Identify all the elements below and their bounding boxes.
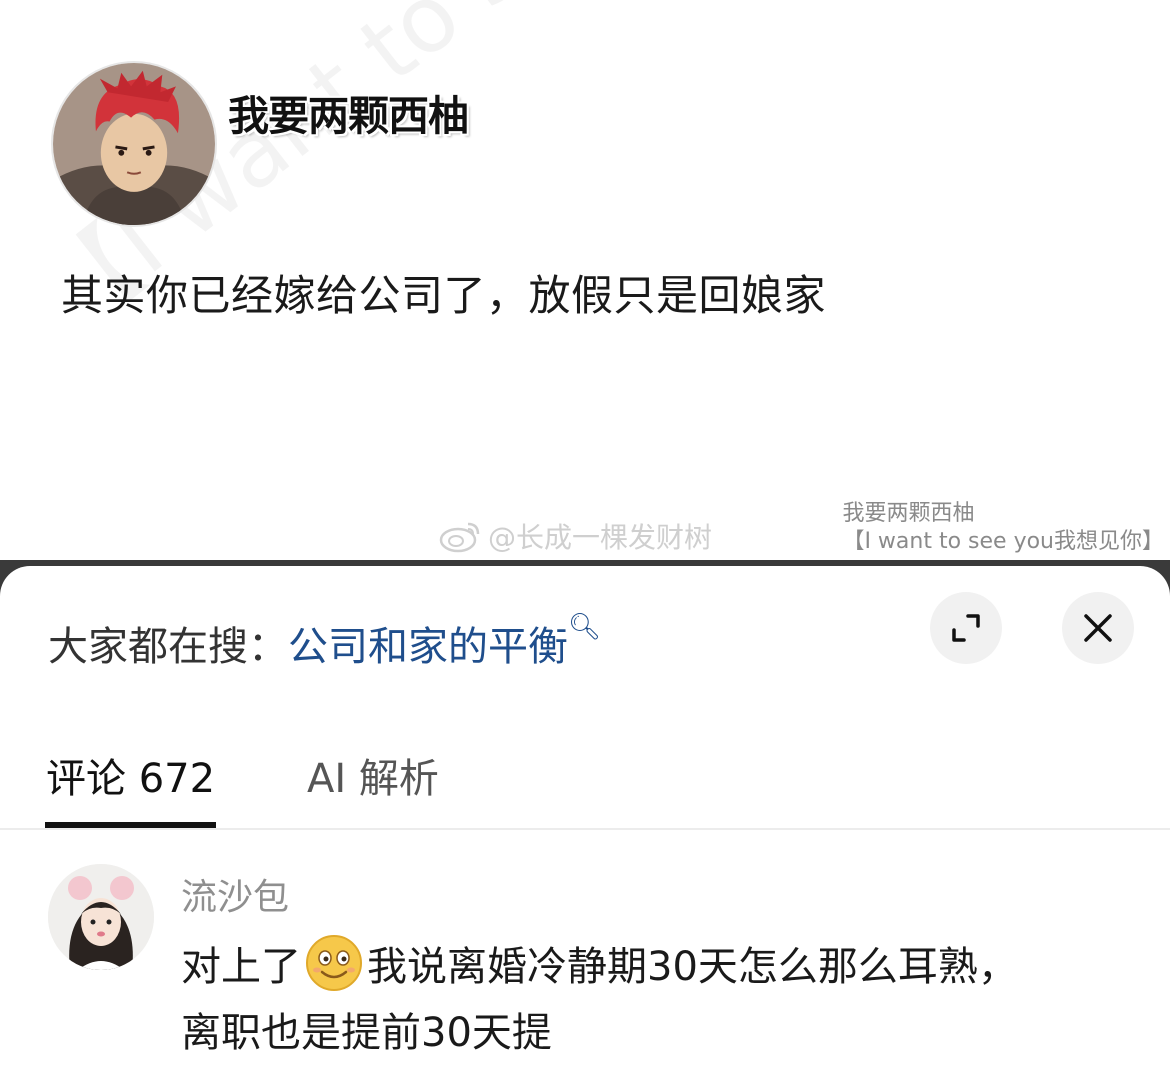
trending-search[interactable]: 大家都在搜：公司和家的平衡🔍︎: [48, 612, 602, 672]
expand-button[interactable]: [930, 592, 1002, 664]
expand-icon: [952, 614, 980, 642]
comment-text-line2: 离职也是提前30天提: [181, 1010, 552, 1056]
red-hair-character-avatar: [53, 63, 215, 225]
post-card: 【I want to see you我想见你 我要两颗西柚 其实你已经嫁给公司了…: [0, 0, 1170, 566]
tab-ai-analysis[interactable]: AI 解析: [307, 746, 439, 804]
post-author-name[interactable]: 我要两颗西柚: [228, 82, 469, 142]
girl-with-bear-ears-avatar: [48, 864, 154, 970]
signature-line-2: 【I want to see you我想见你】: [842, 529, 1164, 554]
tab-comments[interactable]: 评论 672: [46, 746, 215, 804]
comments-sheet: 大家都在搜：公司和家的平衡🔍︎ 评论 672 AI 解析 流沙包 对上了 我说离…: [0, 566, 1170, 1066]
close-icon: [1084, 614, 1112, 642]
smiling-face-emoji: [306, 935, 362, 991]
comment-text-start: 对上了: [181, 944, 301, 990]
active-tab-indicator: [45, 822, 216, 828]
trending-search-prefix: 大家都在搜：: [48, 624, 288, 670]
post-body-text: 其实你已经嫁给公司了，放假只是回娘家: [61, 271, 827, 320]
search-icon: 🔍︎: [568, 612, 602, 642]
signature-line-1: 我要两颗西柚: [842, 501, 975, 526]
close-button[interactable]: [1062, 592, 1134, 664]
trending-search-term[interactable]: 公司和家的平衡: [288, 624, 568, 670]
weibo-handle: @长成一棵发财树: [488, 521, 713, 554]
post-author-avatar[interactable]: [51, 61, 217, 227]
weibo-logo-icon: [439, 522, 480, 553]
comment-body: 对上了 我说离婚冷静期30天怎么那么耳熟， 离职也是提前30天提: [181, 934, 1131, 1066]
commenter-avatar[interactable]: [48, 864, 154, 970]
screenshot-page: 【I want to see you我想见你 我要两颗西柚 其实你已经嫁给公司了…: [0, 0, 1170, 1066]
signature-watermark: 我要两颗西柚 【I want to see you我想见你】: [842, 500, 1164, 556]
weibo-watermark: @长成一棵发财树: [438, 516, 712, 556]
commenter-name[interactable]: 流沙包: [181, 868, 289, 920]
comment-text-rest: 我说离婚冷静期30天怎么那么耳熟，: [367, 944, 1018, 990]
comment-tabs: 评论 672 AI 解析: [0, 736, 1170, 830]
